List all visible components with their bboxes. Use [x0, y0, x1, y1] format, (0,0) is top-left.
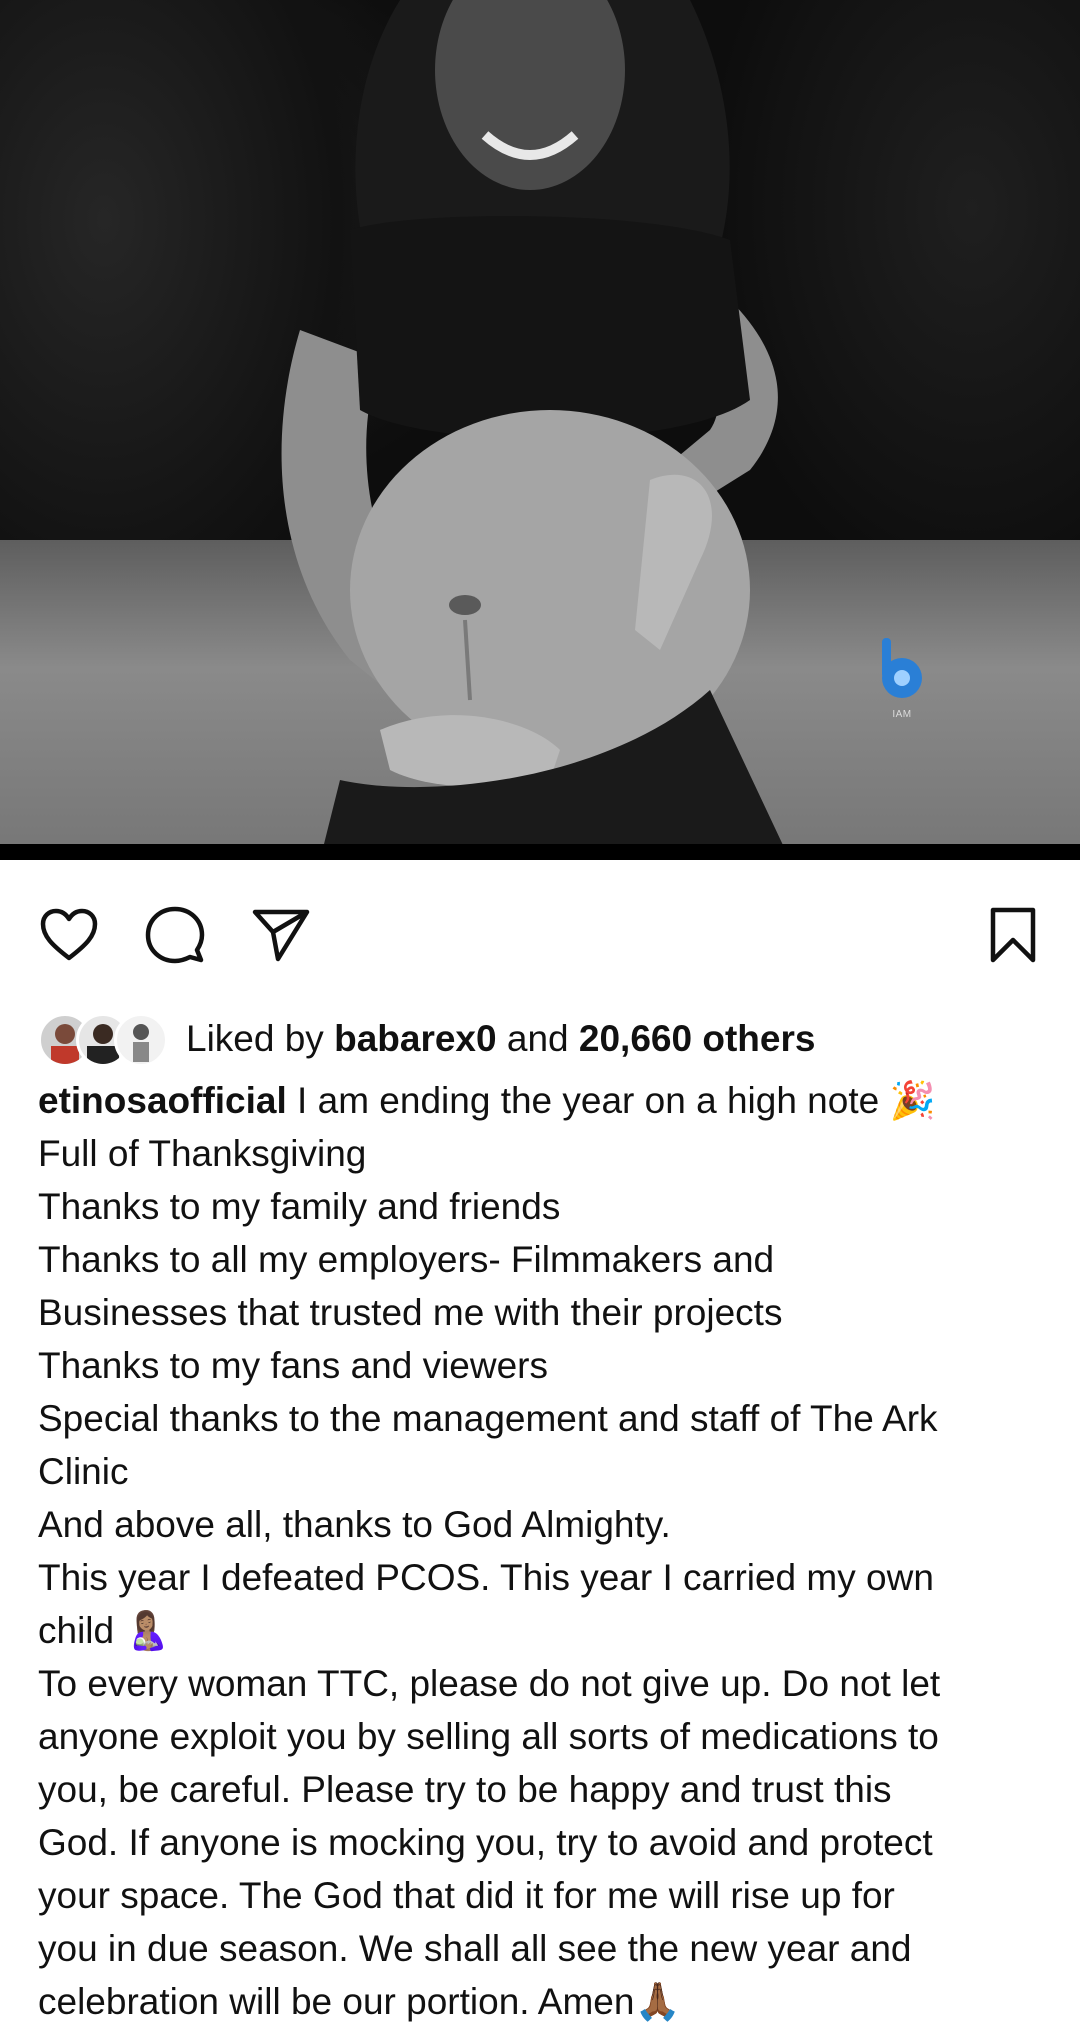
- watermark-logo: IAM: [872, 636, 932, 720]
- caption-line: And above all, thanks to God Almighty.: [38, 1504, 671, 1545]
- send-icon: [252, 909, 310, 962]
- avatar: [114, 1013, 168, 1067]
- caption-line: Special thanks to the management and sta…: [38, 1398, 938, 1439]
- caption-line: Businesses that trusted me with their pr…: [38, 1292, 783, 1333]
- caption-line: To every woman TTC, please do not give u…: [38, 1663, 941, 1704]
- comment-icon: [145, 906, 205, 964]
- caption-line: celebration will be our portion. Amen🙏🏾: [38, 1981, 681, 2022]
- heart-icon: [40, 908, 98, 961]
- save-button[interactable]: [978, 900, 1048, 970]
- post-action-bar: [0, 860, 1080, 1016]
- post-image[interactable]: IAM: [0, 0, 1080, 860]
- caption-line: etinosaofficial I am ending the year on …: [38, 1080, 936, 1121]
- liker-avatars: [38, 1011, 168, 1067]
- caption-line: God. If anyone is mocking you, try to av…: [38, 1822, 933, 1863]
- caption-line: you in due season. We shall all see the …: [38, 1928, 912, 1969]
- bookmark-icon: [990, 907, 1036, 963]
- post-caption: etinosaofficial I am ending the year on …: [38, 1074, 1058, 2028]
- likes-connector: and: [496, 1018, 579, 1059]
- caption-line: Clinic: [38, 1451, 129, 1492]
- likes-prefix: Liked by: [186, 1018, 335, 1059]
- caption-line: your space. The God that did it for me w…: [38, 1875, 895, 1916]
- share-button[interactable]: [246, 900, 316, 970]
- liker-username[interactable]: babarex0: [334, 1018, 497, 1059]
- watermark-text: IAM: [892, 709, 912, 720]
- comment-button[interactable]: [140, 900, 210, 970]
- caption-line: anyone exploit you by selling all sorts …: [38, 1716, 939, 1757]
- caption-username[interactable]: etinosaofficial: [38, 1080, 287, 1121]
- like-button[interactable]: [34, 900, 104, 970]
- caption-line: you, be careful. Please try to be happy …: [38, 1769, 892, 1810]
- caption-line: Thanks to all my employers- Filmmakers a…: [38, 1239, 775, 1280]
- image-bottom-border: [0, 844, 1080, 860]
- caption-line: Full of Thanksgiving: [38, 1133, 367, 1174]
- likes-count[interactable]: 20,660 others: [579, 1018, 816, 1059]
- caption-line: child 🤱🏽: [38, 1610, 171, 1651]
- likes-summary: Liked by babarex0 and 20,660 others: [186, 1018, 815, 1060]
- caption-line: This year I defeated PCOS. This year I c…: [38, 1557, 934, 1598]
- watermark-icon: [882, 638, 922, 698]
- photo-subject: [281, 0, 790, 860]
- caption-line: Thanks to my family and friends: [38, 1186, 561, 1227]
- likes-row[interactable]: Liked by babarex0 and 20,660 others: [0, 1006, 1080, 1072]
- caption-line: Thanks to my fans and viewers: [38, 1345, 548, 1386]
